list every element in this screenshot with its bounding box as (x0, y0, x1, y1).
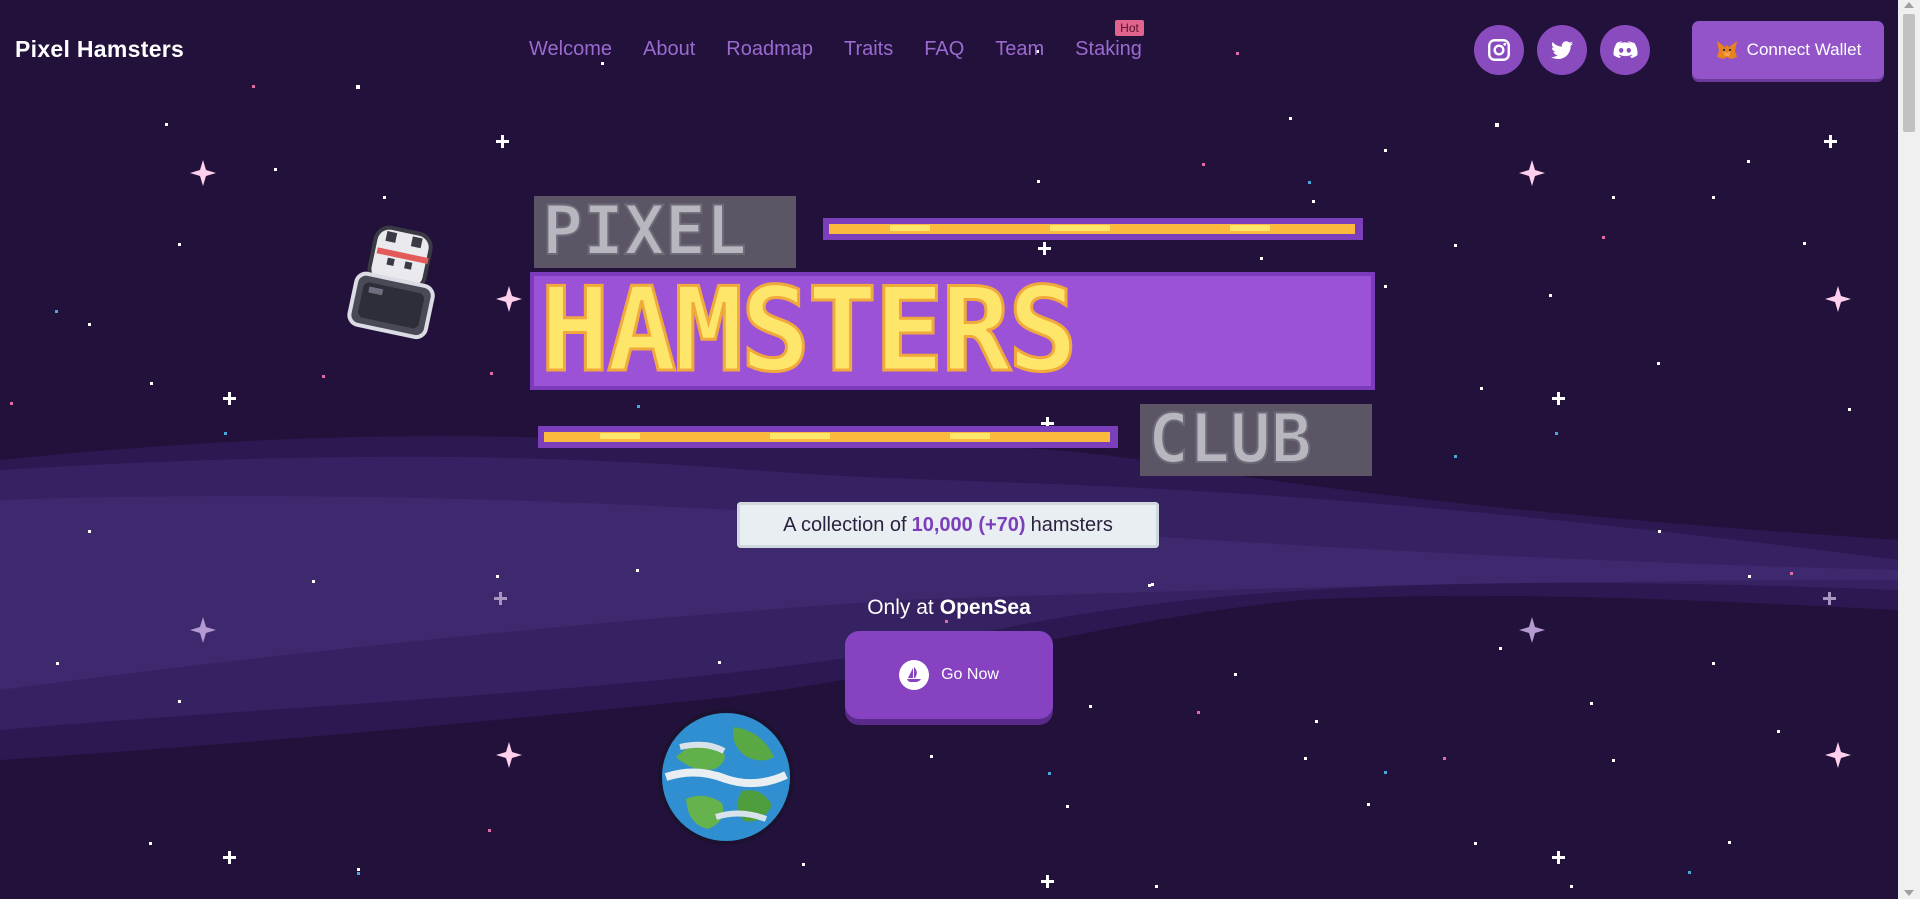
opensea-icon (899, 660, 930, 690)
page: Pixel Hamsters Welcome About Roadmap Tra… (0, 0, 1898, 899)
twitter-icon (1551, 41, 1573, 59)
nav-staking[interactable]: Hot Staking (1075, 20, 1144, 61)
only-at-prefix: Only at (867, 596, 934, 619)
brand-title[interactable]: Pixel Hamsters (15, 36, 184, 63)
logo-line-club: CLUB (1140, 399, 1372, 477)
connect-wallet-label: Connect Wallet (1746, 40, 1862, 59)
only-at-market: OpenSea (939, 596, 1031, 619)
scrollbar-thumb[interactable] (1903, 14, 1915, 132)
discord-button[interactable] (1600, 25, 1650, 75)
subtitle-suffix: hamsters (1030, 513, 1113, 536)
subtitle-count: 10,000 (+70) (911, 513, 1026, 536)
connect-wallet-button[interactable]: Connect Wallet (1692, 21, 1884, 79)
pixel-hamsters-club-logo: PIXEL HAMSTERS CLUB (530, 192, 1375, 477)
hot-badge: Hot (1115, 20, 1144, 36)
earth-planet-sprite (658, 709, 794, 845)
scroll-down-icon[interactable] (1904, 890, 1914, 896)
only-at-text: Only at OpenSea (0, 596, 1898, 620)
nav-roadmap[interactable]: Roadmap (726, 38, 813, 61)
nav-welcome[interactable]: Welcome (529, 38, 612, 61)
go-now-button[interactable]: Go Now (845, 631, 1053, 719)
nav-faq[interactable]: FAQ (924, 38, 964, 61)
subtitle-prefix: A collection of (783, 513, 907, 536)
nav-team[interactable]: Team (995, 38, 1044, 61)
twitter-button[interactable] (1537, 25, 1587, 75)
metamask-fox-icon (1716, 41, 1737, 59)
logo-line-pixel: PIXEL (534, 192, 796, 272)
svg-text:PIXEL: PIXEL (542, 192, 747, 271)
logo-line-hamsters: HAMSTERS (530, 262, 1375, 400)
nav-staking-label: Staking (1075, 38, 1142, 60)
nav-about[interactable]: About (643, 38, 695, 61)
svg-text:CLUB: CLUB (1148, 400, 1312, 477)
main-nav: Welcome About Roadmap Traits FAQ Team Ho… (529, 20, 1144, 61)
instagram-icon (1488, 39, 1510, 61)
nav-traits[interactable]: Traits (844, 38, 893, 61)
discord-icon (1613, 41, 1638, 59)
svg-text:HAMSTERS: HAMSTERS (540, 263, 1075, 398)
social-links (1474, 25, 1650, 75)
go-now-label: Go Now (941, 666, 999, 683)
collection-subtitle: A collection of 10,000 (+70) hamsters (737, 502, 1159, 548)
scroll-up-icon[interactable] (1904, 2, 1914, 8)
instagram-button[interactable] (1474, 25, 1524, 75)
hamster-astronaut-sprite (347, 225, 435, 340)
page-scrollbar[interactable] (1898, 0, 1920, 899)
